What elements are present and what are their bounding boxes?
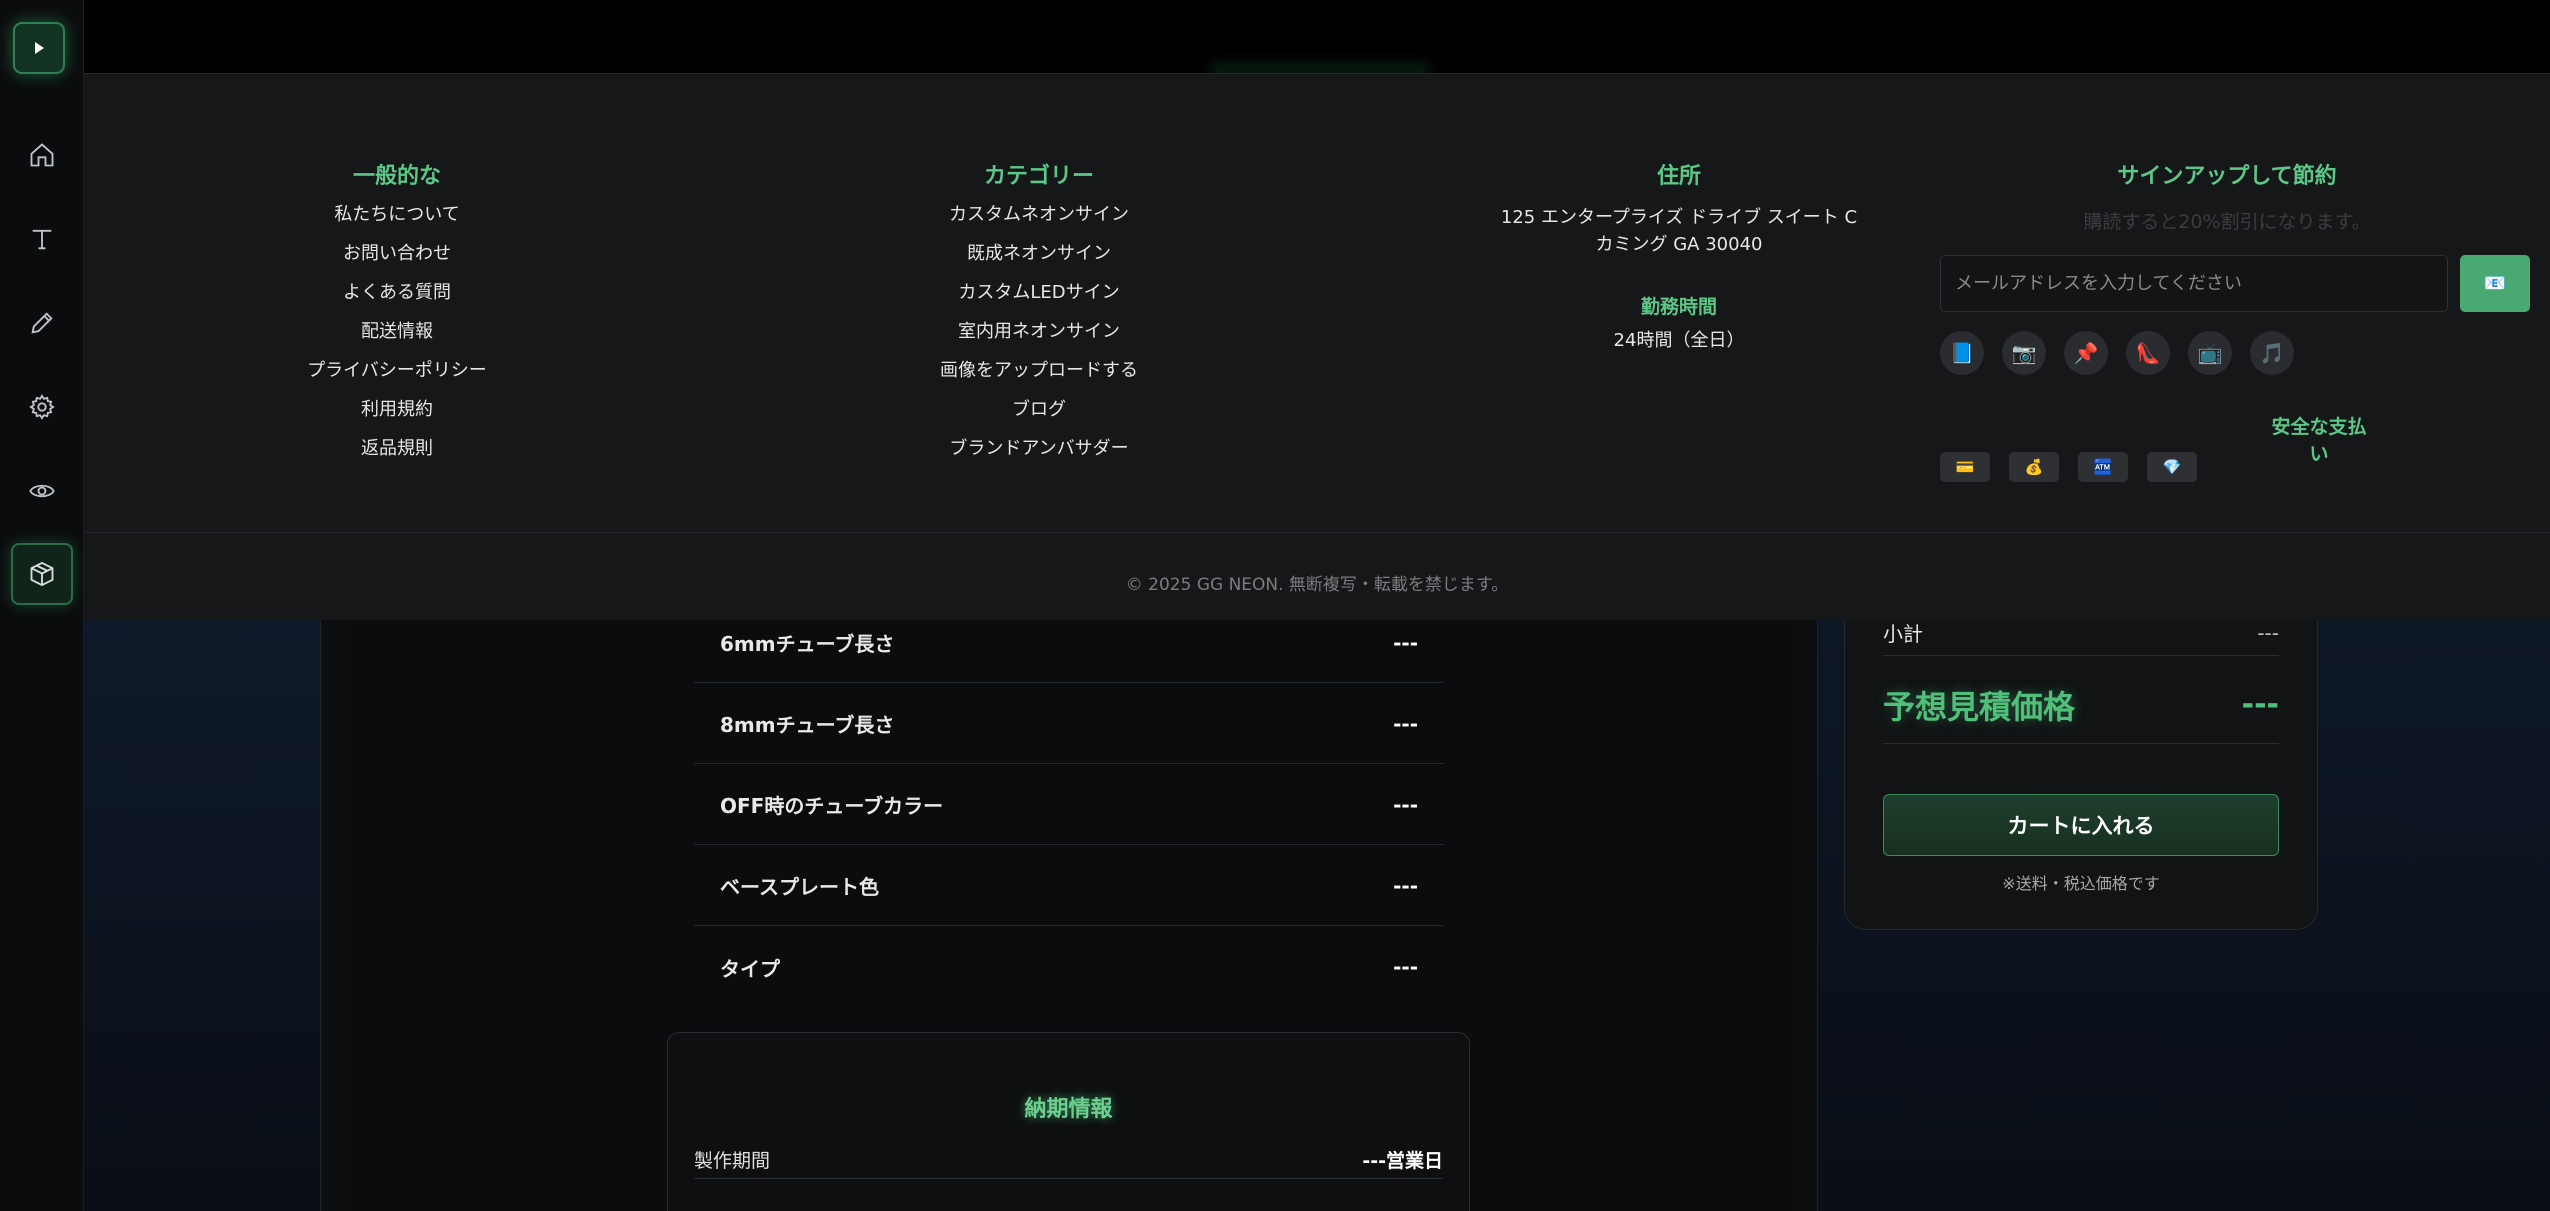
delivery-row: 製作期間 ---営業日 [694, 1141, 1443, 1179]
spec-label: 6mmチューブ長さ [720, 632, 895, 656]
sidebar [0, 0, 84, 1211]
footer-link-custom-neon[interactable]: カスタムネオンサイン [784, 204, 1294, 243]
hours-title: 勤務時間 [1640, 296, 1717, 318]
footer-general-title: 一般的な [352, 164, 441, 189]
credit-card-icon: 💳 [1940, 452, 1990, 482]
nav-text[interactable] [11, 208, 73, 270]
pen-icon [31, 312, 53, 334]
subtotal-value: --- [2257, 620, 2279, 645]
footer-link-faq[interactable]: よくある質問 [194, 282, 600, 321]
footer-link-blog[interactable]: ブログ [784, 399, 1294, 438]
footer-link-shipping[interactable]: 配送情報 [194, 321, 600, 360]
atm-icon: 🏧 [2078, 452, 2128, 482]
cube-icon [30, 561, 54, 587]
footer-link-returns[interactable]: 返品規則 [194, 438, 600, 477]
delivery-title: 納期情報 [1024, 1097, 1113, 1122]
secure-payment-title: 安全な支払い [2271, 416, 2367, 465]
footer: 一般的な 私たちについて お問い合わせ よくある質問 配送情報 プライバシーポリ… [84, 73, 2550, 620]
nav-preview[interactable] [11, 460, 73, 522]
nav-product[interactable] [11, 543, 73, 605]
play-button[interactable] [13, 22, 65, 74]
estimate-row: 予想見積価格 --- [1883, 666, 2279, 744]
mail-icon: 📧 [2483, 273, 2507, 294]
spec-label: ベースプレート色 [720, 875, 879, 899]
spec-row: タイプ --- [694, 927, 1444, 1007]
tiktok-icon[interactable]: 🎵 [2250, 331, 2294, 375]
footer-address-title: 住所 [1656, 164, 1701, 189]
delivery-info-card: 納期情報 製作期間 ---営業日 [667, 1032, 1470, 1211]
nav-home[interactable] [11, 124, 73, 186]
production-period-value: ---営業日 [1362, 1150, 1443, 1172]
subtotal-label: 小計 [1883, 622, 1923, 646]
home-icon [30, 143, 54, 167]
signup-subtitle: 購読すると20%割引になります。 [2083, 211, 2371, 233]
footer-link-terms[interactable]: 利用規約 [194, 399, 600, 438]
address-line-1: 125 エンタープライズ ドライブ スイート C [1500, 207, 1858, 228]
money-bag-icon: 💰 [2009, 452, 2059, 482]
gem-icon: 💎 [2147, 452, 2197, 482]
email-input[interactable] [1940, 255, 2448, 312]
footer-categories-links: カスタムネオンサイン 既成ネオンサイン カスタムLEDサイン 室内用ネオンサイン… [784, 204, 1294, 477]
top-bar [84, 0, 2550, 73]
footer-link-custom-led[interactable]: カスタムLEDサイン [784, 282, 1294, 321]
spec-label: 8mmチューブ長さ [720, 713, 895, 737]
footer-link-ready-made-neon[interactable]: 既成ネオンサイン [784, 243, 1294, 282]
footer-link-privacy[interactable]: プライバシーポリシー [194, 360, 600, 399]
estimate-label: 予想見積価格 [1883, 687, 2076, 726]
spec-row: 8mmチューブ長さ --- [694, 684, 1444, 764]
spec-value: --- [1393, 630, 1418, 655]
price-note: ※送料・税込価格です [2002, 874, 2160, 893]
spec-value: --- [1393, 711, 1418, 736]
facebook-icon[interactable]: 📘 [1940, 331, 1984, 375]
subscribe-button[interactable]: 📧 [2460, 255, 2530, 312]
footer-link-contact[interactable]: お問い合わせ [194, 243, 600, 282]
eye-icon [29, 484, 55, 498]
footer-link-upload-image[interactable]: 画像をアップロードする [784, 360, 1294, 399]
left-background [84, 560, 320, 1211]
spec-value: --- [1393, 955, 1418, 979]
address-line-2: カミング GA 30040 [1595, 234, 1763, 255]
pinterest-icon[interactable]: 📌 [2064, 331, 2108, 375]
footer-link-indoor-neon[interactable]: 室内用ネオンサイン [784, 321, 1294, 360]
copyright: © 2025 GG NEON. 無断複写・転載を禁じます。 [1125, 575, 1509, 595]
heel-icon[interactable]: 👠 [2126, 331, 2170, 375]
spec-value: --- [1393, 792, 1418, 817]
spec-row: OFF時のチューブカラー --- [694, 765, 1444, 845]
footer-link-ambassador[interactable]: ブランドアンバサダー [784, 438, 1294, 477]
footer-address: 125 エンタープライズ ドライブ スイート C カミング GA 30040 [1434, 204, 1924, 258]
estimate-value: --- [2241, 687, 2279, 722]
footer-link-about[interactable]: 私たちについて [194, 204, 600, 243]
footer-signup-title: サインアップして節約 [2117, 164, 2337, 189]
gear-icon [29, 394, 55, 420]
hours-value: 24時間（全日） [1613, 330, 1745, 351]
footer-divider [84, 532, 2550, 533]
spec-label: OFF時のチューブカラー [720, 794, 944, 818]
spec-row: ベースプレート色 --- [694, 846, 1444, 926]
add-to-cart-button[interactable]: カートに入れる [1883, 794, 2279, 856]
text-icon [32, 229, 52, 250]
production-period-label: 製作期間 [694, 1150, 771, 1172]
spec-value: --- [1393, 873, 1418, 898]
nav-pen[interactable] [11, 292, 73, 354]
footer-categories-title: カテゴリー [983, 164, 1094, 189]
footer-general-links: 私たちについて お問い合わせ よくある質問 配送情報 プライバシーポリシー 利用… [194, 204, 600, 477]
nav-settings[interactable] [11, 376, 73, 438]
instagram-icon[interactable]: 📷 [2002, 331, 2046, 375]
youtube-icon[interactable]: 📺 [2188, 331, 2232, 375]
spec-label: タイプ [720, 956, 780, 981]
play-icon [35, 42, 44, 54]
